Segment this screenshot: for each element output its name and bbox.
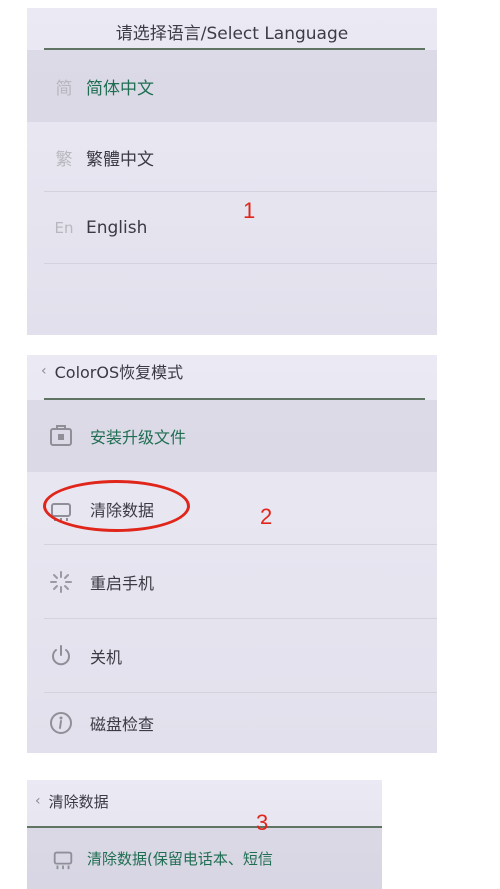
language-screen-title: 请选择语言/Select Language — [115, 24, 349, 44]
traditional-chinese-icon: 繁 — [55, 149, 73, 170]
step-number-2: 2 — [260, 504, 273, 529]
power-icon — [47, 642, 75, 670]
menu-item-label: 重启手机 — [90, 574, 155, 593]
row-divider — [44, 263, 437, 264]
recovery-mode-screen: ‹ ColorOS恢复模式 安装升级文件 清除数据 重启手机 关机 磁盘检查 2 — [27, 355, 437, 753]
chevron-left-icon[interactable]: ‹ — [35, 793, 41, 809]
menu-item-label: 磁盘检查 — [90, 715, 155, 734]
menu-item-clear-data-keep-contacts[interactable]: 清除数据(保留电话本、短信 — [27, 828, 382, 889]
language-option-label: 简体中文 — [86, 78, 154, 99]
language-select-screen: 请选择语言/Select Language 简 简体中文 繁 繁體中文 En E… — [27, 8, 437, 335]
info-icon — [47, 709, 75, 737]
clear-data-screen: ‹ 清除数据 清除数据(保留电话本、短信 3 — [27, 780, 382, 889]
menu-item-label: 安装升级文件 — [90, 428, 187, 447]
language-option-simplified-chinese[interactable]: 简 简体中文 — [27, 50, 437, 122]
menu-item-label: 关机 — [90, 648, 123, 667]
english-icon: En — [54, 219, 74, 237]
menu-item-restart[interactable]: 重启手机 — [27, 545, 437, 619]
simplified-chinese-icon: 简 — [55, 78, 73, 99]
clear-data-header-title: 清除数据 — [48, 792, 109, 811]
language-option-label: 繁體中文 — [86, 149, 154, 170]
menu-item-disk-check[interactable]: 磁盘检查 — [27, 693, 437, 753]
install-package-icon — [47, 422, 75, 450]
recovery-header-title: ColorOS恢复模式 — [54, 363, 184, 382]
language-option-label: English — [86, 218, 148, 238]
step-number-3: 3 — [256, 810, 269, 835]
clear-data-header: ‹ 清除数据 — [27, 786, 382, 816]
menu-item-install-update[interactable]: 安装升级文件 — [27, 400, 437, 472]
clear-data-icon — [49, 845, 77, 873]
menu-item-power-off[interactable]: 关机 — [27, 619, 437, 693]
chevron-left-icon[interactable]: ‹ — [41, 363, 47, 379]
annotation-circle — [43, 480, 190, 532]
step-number-1: 1 — [243, 198, 256, 223]
restart-spinner-icon — [47, 568, 75, 596]
language-option-traditional-chinese[interactable]: 繁 繁體中文 — [27, 122, 437, 192]
recovery-header: ‹ ColorOS恢复模式 — [27, 355, 437, 387]
language-option-english[interactable]: En English — [27, 192, 437, 264]
menu-item-label: 清除数据(保留电话本、短信 — [87, 850, 273, 868]
